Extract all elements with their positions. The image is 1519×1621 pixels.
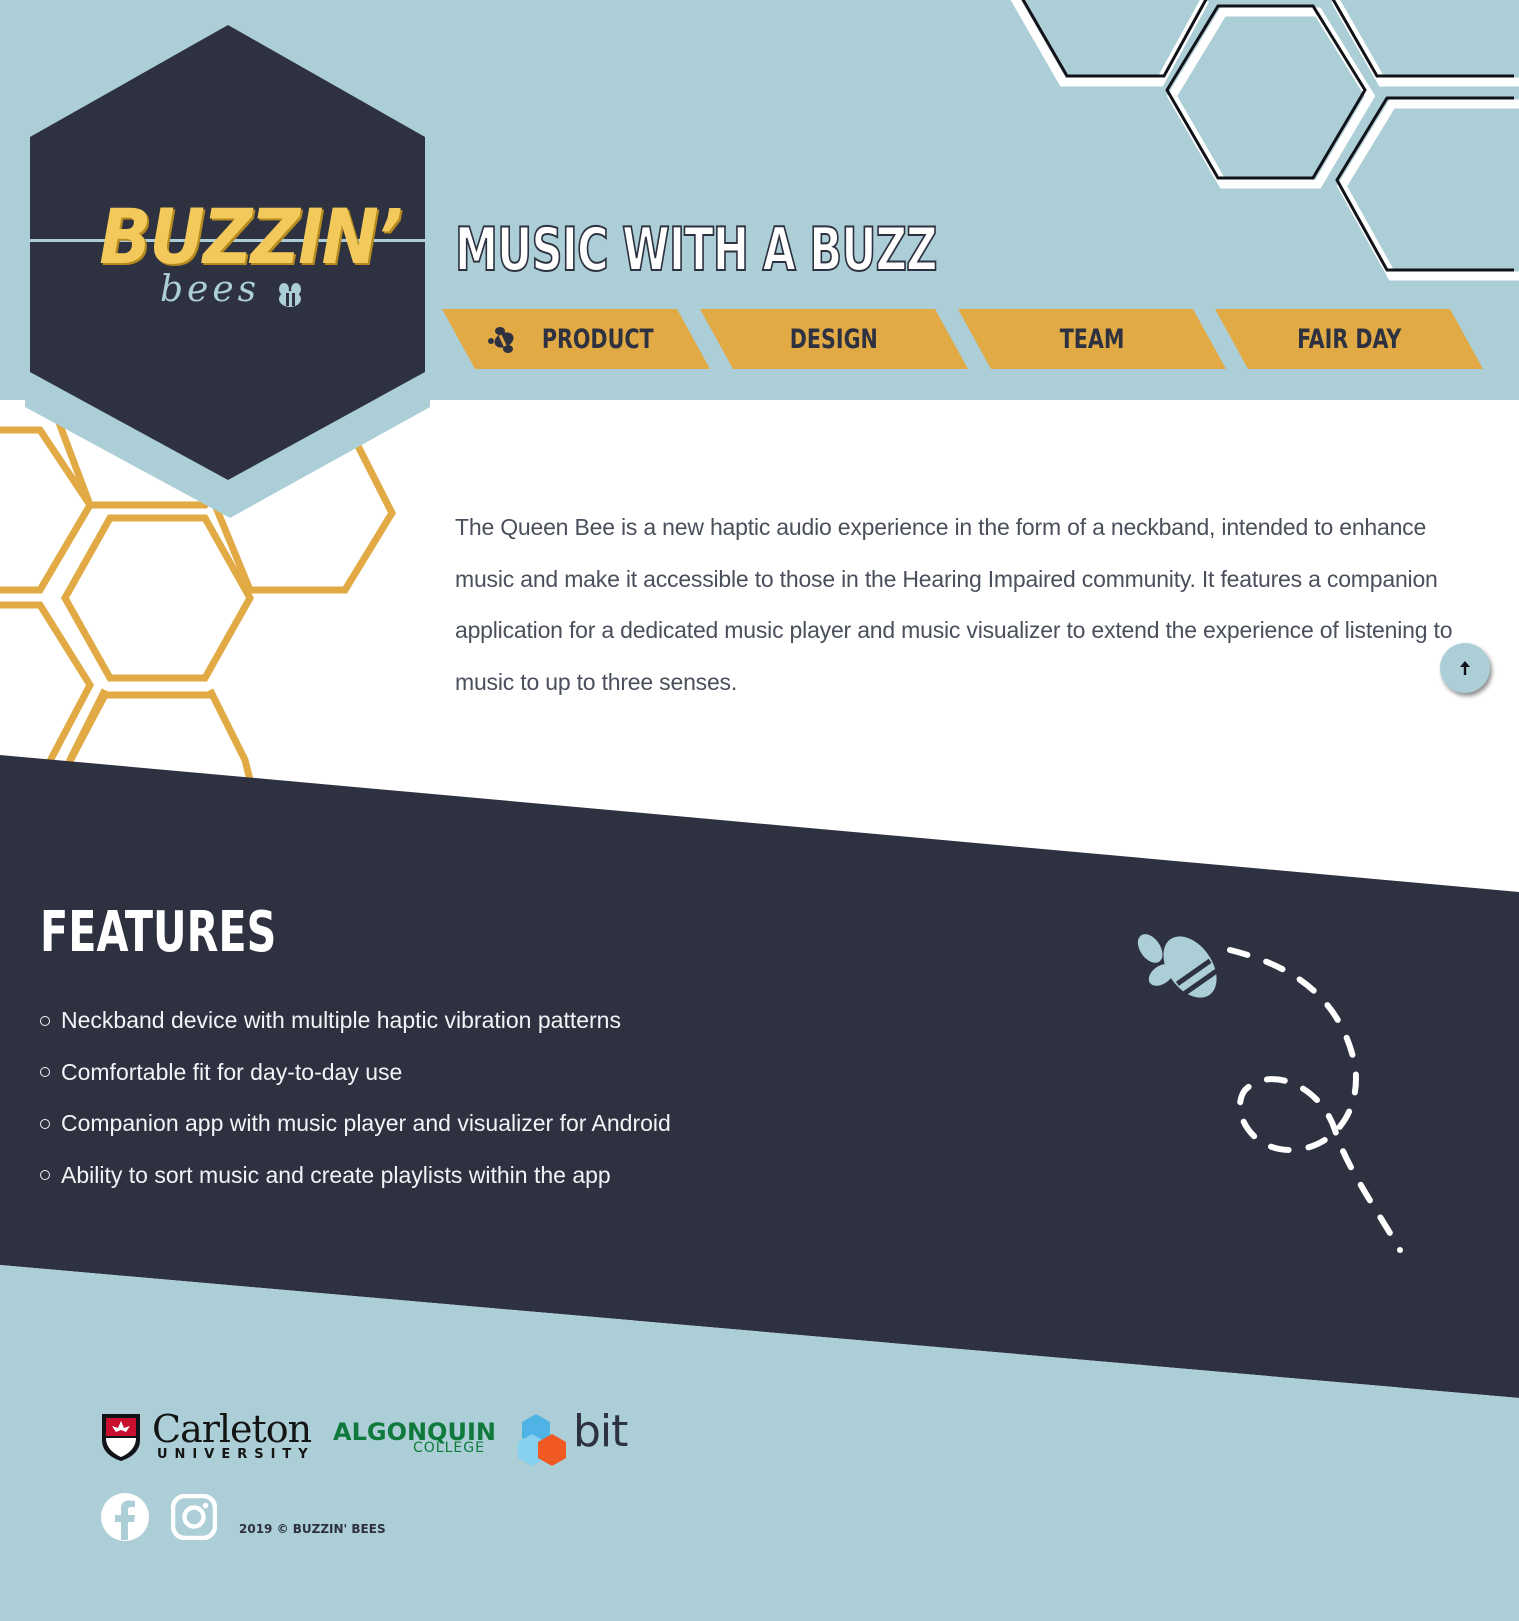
carleton-logo-sub: UNIVERSITY [157,1447,315,1462]
intro-paragraph: The Queen Bee is a new haptic audio expe… [455,514,1453,695]
nav-item-design[interactable]: DESIGN [700,309,968,369]
flying-bee-illustration [1137,934,1403,1253]
feature-item: Neckband device with multiple haptic vib… [40,995,671,1047]
feature-item: Ability to sort music and create playlis… [40,1150,671,1202]
nav-label: DESIGN [789,323,879,355]
nav-item-fair-day[interactable]: FAIR DAY [1215,309,1483,369]
back-to-top-button[interactable] [1440,643,1490,693]
bullet-icon [40,1015,50,1026]
carleton-logo-name: Carleton [152,1407,312,1451]
nav-label: TEAM [1059,323,1125,355]
algonquin-logo-sub: COLLEGE [413,1440,485,1456]
nav-item-product[interactable]: PRODUCT [442,309,710,369]
carleton-shield-icon [102,1414,140,1461]
page-tagline: MUSIC WITH A BUZZ [454,214,938,286]
header-hexagon-pattern [1010,0,1519,281]
logo-bee-icon [279,283,301,307]
bullet-icon [40,1067,50,1078]
bullet-icon [40,1118,50,1129]
bullet-icon [40,1170,50,1181]
facebook-icon[interactable] [100,1492,150,1542]
nav-label: FAIR DAY [1296,323,1402,355]
nav-label: PRODUCT [542,323,654,355]
instagram-icon[interactable] [171,1494,217,1540]
arrow-up-icon [1460,661,1470,675]
brand-title[interactable]: BUZZIN’ [80,192,420,281]
feature-item: Companion app with music player and visu… [40,1098,671,1150]
features-list: Neckband device with multiple haptic vib… [40,995,671,1201]
bit-cube-icon [518,1414,566,1466]
features-title: FEATURES [40,900,277,965]
bee-icon [488,327,514,353]
copyright-text: 2019 © BUZZIN' BEES [239,1522,386,1536]
bit-logo-name: bit [573,1406,628,1457]
nav-item-team[interactable]: TEAM [958,309,1226,369]
feature-item: Comfortable fit for day-to-day use [40,1047,671,1099]
